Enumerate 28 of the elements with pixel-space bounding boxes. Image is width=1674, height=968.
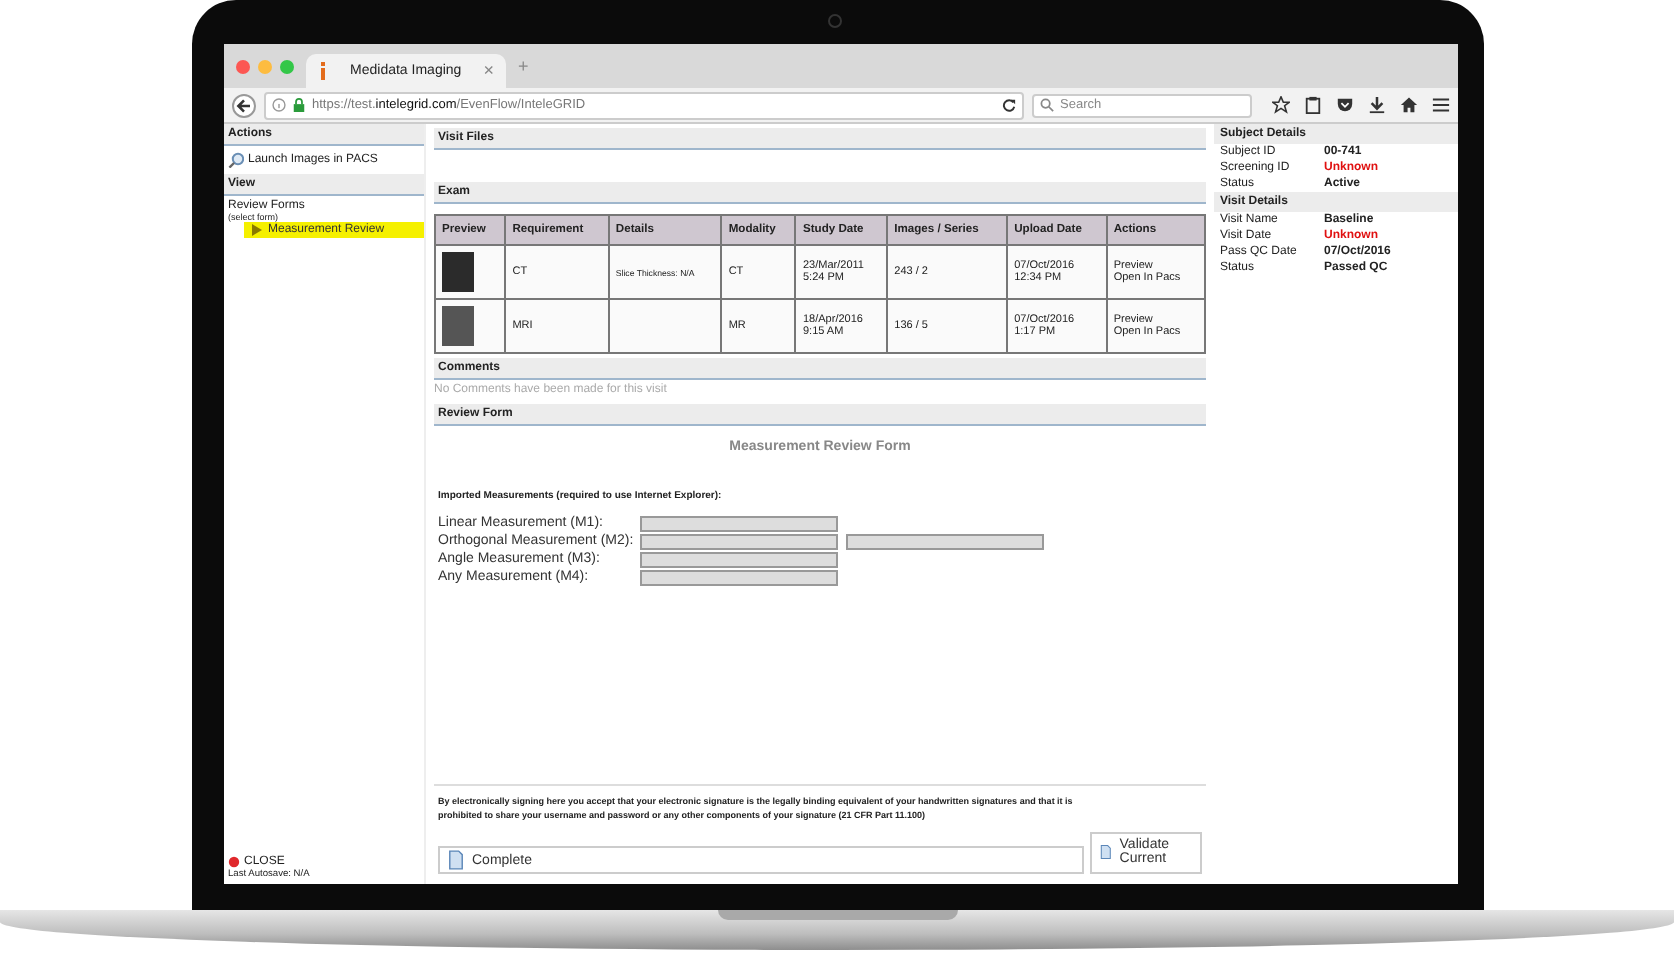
reload-icon[interactable] xyxy=(1002,98,1016,112)
input-field[interactable] xyxy=(640,569,838,585)
window-control-dot[interactable] xyxy=(236,59,250,73)
menu-icon[interactable] xyxy=(1432,96,1450,114)
back-icon[interactable] xyxy=(232,93,256,117)
home-icon[interactable] xyxy=(1400,96,1418,114)
close-dot-icon[interactable] xyxy=(228,856,240,868)
pocket-icon[interactable] xyxy=(1336,96,1354,114)
info-icon[interactable] xyxy=(318,62,328,80)
input-field[interactable] xyxy=(640,533,838,549)
info-icon[interactable] xyxy=(272,98,286,112)
star-icon[interactable] xyxy=(1272,96,1290,114)
search-icon[interactable] xyxy=(1040,98,1054,112)
window-control-dot[interactable] xyxy=(280,59,294,73)
document-icon xyxy=(448,850,464,870)
search-icon xyxy=(228,152,244,168)
input-field[interactable] xyxy=(640,515,838,531)
input-field[interactable] xyxy=(640,551,838,567)
window-control-dot[interactable] xyxy=(258,59,272,73)
input-field[interactable] xyxy=(846,533,1044,549)
clipboard-icon[interactable] xyxy=(1304,96,1322,114)
download-icon[interactable] xyxy=(1368,96,1386,114)
photo-placeholder xyxy=(442,252,474,292)
document-icon xyxy=(1100,842,1112,863)
lock-icon[interactable] xyxy=(292,98,306,112)
camera-dot xyxy=(827,14,841,28)
photo-placeholder xyxy=(442,306,474,346)
play-icon xyxy=(252,224,262,236)
